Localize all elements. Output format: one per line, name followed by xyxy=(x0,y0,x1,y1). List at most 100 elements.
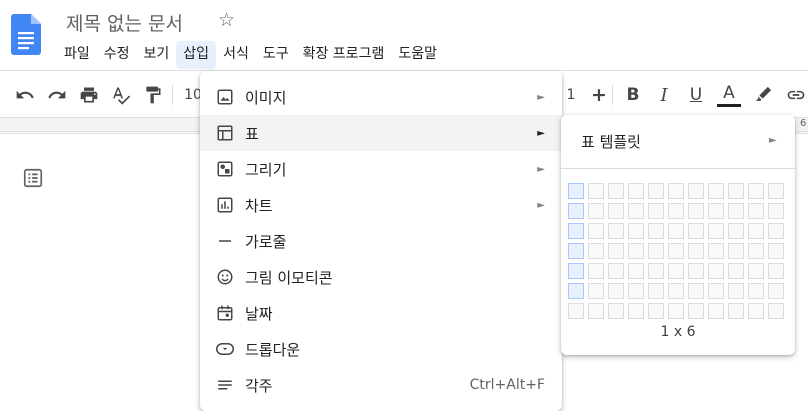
table-grid-cell[interactable] xyxy=(748,263,764,279)
table-grid-cell[interactable] xyxy=(608,263,624,279)
table-grid-cell[interactable] xyxy=(608,283,624,299)
table-grid-cell[interactable] xyxy=(728,243,744,259)
table-grid-cell[interactable] xyxy=(668,303,684,319)
table-grid-cell[interactable] xyxy=(688,303,704,319)
insert-menu-item[interactable]: 날짜 xyxy=(200,295,562,331)
table-grid-cell[interactable] xyxy=(748,243,764,259)
table-grid-cell[interactable] xyxy=(568,243,584,259)
text-color-button[interactable]: A xyxy=(716,71,742,119)
insert-menu-item[interactable]: 각주 Ctrl+Alt+F xyxy=(200,367,562,403)
insert-menu-item[interactable]: 그림 이모티콘 xyxy=(200,259,562,295)
table-grid-cell[interactable] xyxy=(628,183,644,199)
table-grid-cell[interactable] xyxy=(768,283,784,299)
table-grid-cell[interactable] xyxy=(588,183,604,199)
print-icon[interactable] xyxy=(76,71,102,119)
table-grid-cell[interactable] xyxy=(768,183,784,199)
insert-menu-item[interactable]: 드롭다운 xyxy=(200,331,562,367)
table-grid-cell[interactable] xyxy=(688,263,704,279)
increase-font-size-button[interactable]: + xyxy=(586,71,612,119)
table-grid-cell[interactable] xyxy=(708,223,724,239)
table-grid-cell[interactable] xyxy=(608,183,624,199)
table-grid-cell[interactable] xyxy=(608,243,624,259)
table-grid-cell[interactable] xyxy=(568,183,584,199)
table-grid-cell[interactable] xyxy=(728,303,744,319)
table-grid-cell[interactable] xyxy=(588,203,604,219)
underline-button[interactable]: U xyxy=(683,71,709,119)
table-grid-cell[interactable] xyxy=(588,303,604,319)
table-grid-cell[interactable] xyxy=(648,303,664,319)
table-grid-cell[interactable] xyxy=(688,283,704,299)
menu-item[interactable]: 삽입 xyxy=(176,41,217,69)
table-grid-cell[interactable] xyxy=(648,183,664,199)
table-grid-cell[interactable] xyxy=(628,283,644,299)
menu-item[interactable]: 확장 프로그램 xyxy=(296,41,392,69)
table-grid-cell[interactable] xyxy=(708,183,724,199)
table-grid-cell[interactable] xyxy=(768,263,784,279)
table-grid-cell[interactable] xyxy=(708,283,724,299)
menu-item[interactable]: 수정 xyxy=(97,41,137,69)
italic-button[interactable]: I xyxy=(651,71,677,119)
table-grid-cell[interactable] xyxy=(688,203,704,219)
table-grid-cell[interactable] xyxy=(648,263,664,279)
spellcheck-icon[interactable] xyxy=(108,71,134,119)
document-outline-icon[interactable] xyxy=(22,167,44,193)
insert-menu-item[interactable]: 그리기 ► xyxy=(200,151,562,187)
table-grid-cell[interactable] xyxy=(688,223,704,239)
table-grid-cell[interactable] xyxy=(768,223,784,239)
paint-format-icon[interactable] xyxy=(140,71,166,119)
table-grid-cell[interactable] xyxy=(708,263,724,279)
table-grid-cell[interactable] xyxy=(708,303,724,319)
table-grid-cell[interactable] xyxy=(728,203,744,219)
zoom-select[interactable]: 10 xyxy=(184,71,202,119)
table-grid-cell[interactable] xyxy=(588,243,604,259)
table-grid-cell[interactable] xyxy=(728,223,744,239)
table-grid-cell[interactable] xyxy=(688,183,704,199)
table-grid-cell[interactable] xyxy=(648,243,664,259)
menu-item[interactable]: 파일 xyxy=(57,41,97,69)
table-grid-cell[interactable] xyxy=(668,263,684,279)
table-grid-cell[interactable] xyxy=(668,183,684,199)
table-grid-cell[interactable] xyxy=(608,303,624,319)
table-grid-cell[interactable] xyxy=(628,203,644,219)
table-grid-cell[interactable] xyxy=(608,203,624,219)
bold-button[interactable]: B xyxy=(620,71,646,119)
table-grid-cell[interactable] xyxy=(568,203,584,219)
table-grid-cell[interactable] xyxy=(748,183,764,199)
table-grid-cell[interactable] xyxy=(748,283,764,299)
table-grid-cell[interactable] xyxy=(628,223,644,239)
table-grid-cell[interactable] xyxy=(728,263,744,279)
table-grid-cell[interactable] xyxy=(648,283,664,299)
table-grid-cell[interactable] xyxy=(568,303,584,319)
document-title[interactable]: 제목 없는 문서 xyxy=(66,9,183,36)
insert-menu-item[interactable]: 이미지 ► xyxy=(200,79,562,115)
table-grid-cell[interactable] xyxy=(588,283,604,299)
table-grid-cell[interactable] xyxy=(628,243,644,259)
menu-item[interactable]: 도구 xyxy=(256,41,296,69)
insert-menu-item[interactable]: 표 ► xyxy=(200,115,562,151)
table-grid-cell[interactable] xyxy=(648,203,664,219)
table-grid-cell[interactable] xyxy=(668,283,684,299)
table-grid-cell[interactable] xyxy=(668,203,684,219)
table-grid-cell[interactable] xyxy=(728,183,744,199)
table-grid-cell[interactable] xyxy=(668,223,684,239)
table-grid-cell[interactable] xyxy=(588,263,604,279)
table-grid-cell[interactable] xyxy=(768,203,784,219)
insert-link-icon[interactable] xyxy=(786,71,808,119)
highlight-icon[interactable] xyxy=(750,71,776,119)
insert-menu-item[interactable]: 가로줄 xyxy=(200,223,562,259)
table-grid-cell[interactable] xyxy=(748,303,764,319)
table-grid-cell[interactable] xyxy=(628,263,644,279)
menu-item[interactable]: 보기 xyxy=(137,41,177,69)
table-grid-cell[interactable] xyxy=(668,243,684,259)
table-grid-cell[interactable] xyxy=(708,243,724,259)
table-grid-cell[interactable] xyxy=(748,203,764,219)
table-grid-cell[interactable] xyxy=(688,243,704,259)
table-grid-cell[interactable] xyxy=(768,303,784,319)
menu-item[interactable]: 서식 xyxy=(216,41,256,69)
redo-icon[interactable] xyxy=(44,71,70,119)
menu-item[interactable]: 도움말 xyxy=(391,41,444,69)
table-grid-cell[interactable] xyxy=(588,223,604,239)
star-icon[interactable]: ☆ xyxy=(218,9,235,31)
docs-logo-icon[interactable] xyxy=(11,14,41,55)
table-grid-cell[interactable] xyxy=(568,263,584,279)
